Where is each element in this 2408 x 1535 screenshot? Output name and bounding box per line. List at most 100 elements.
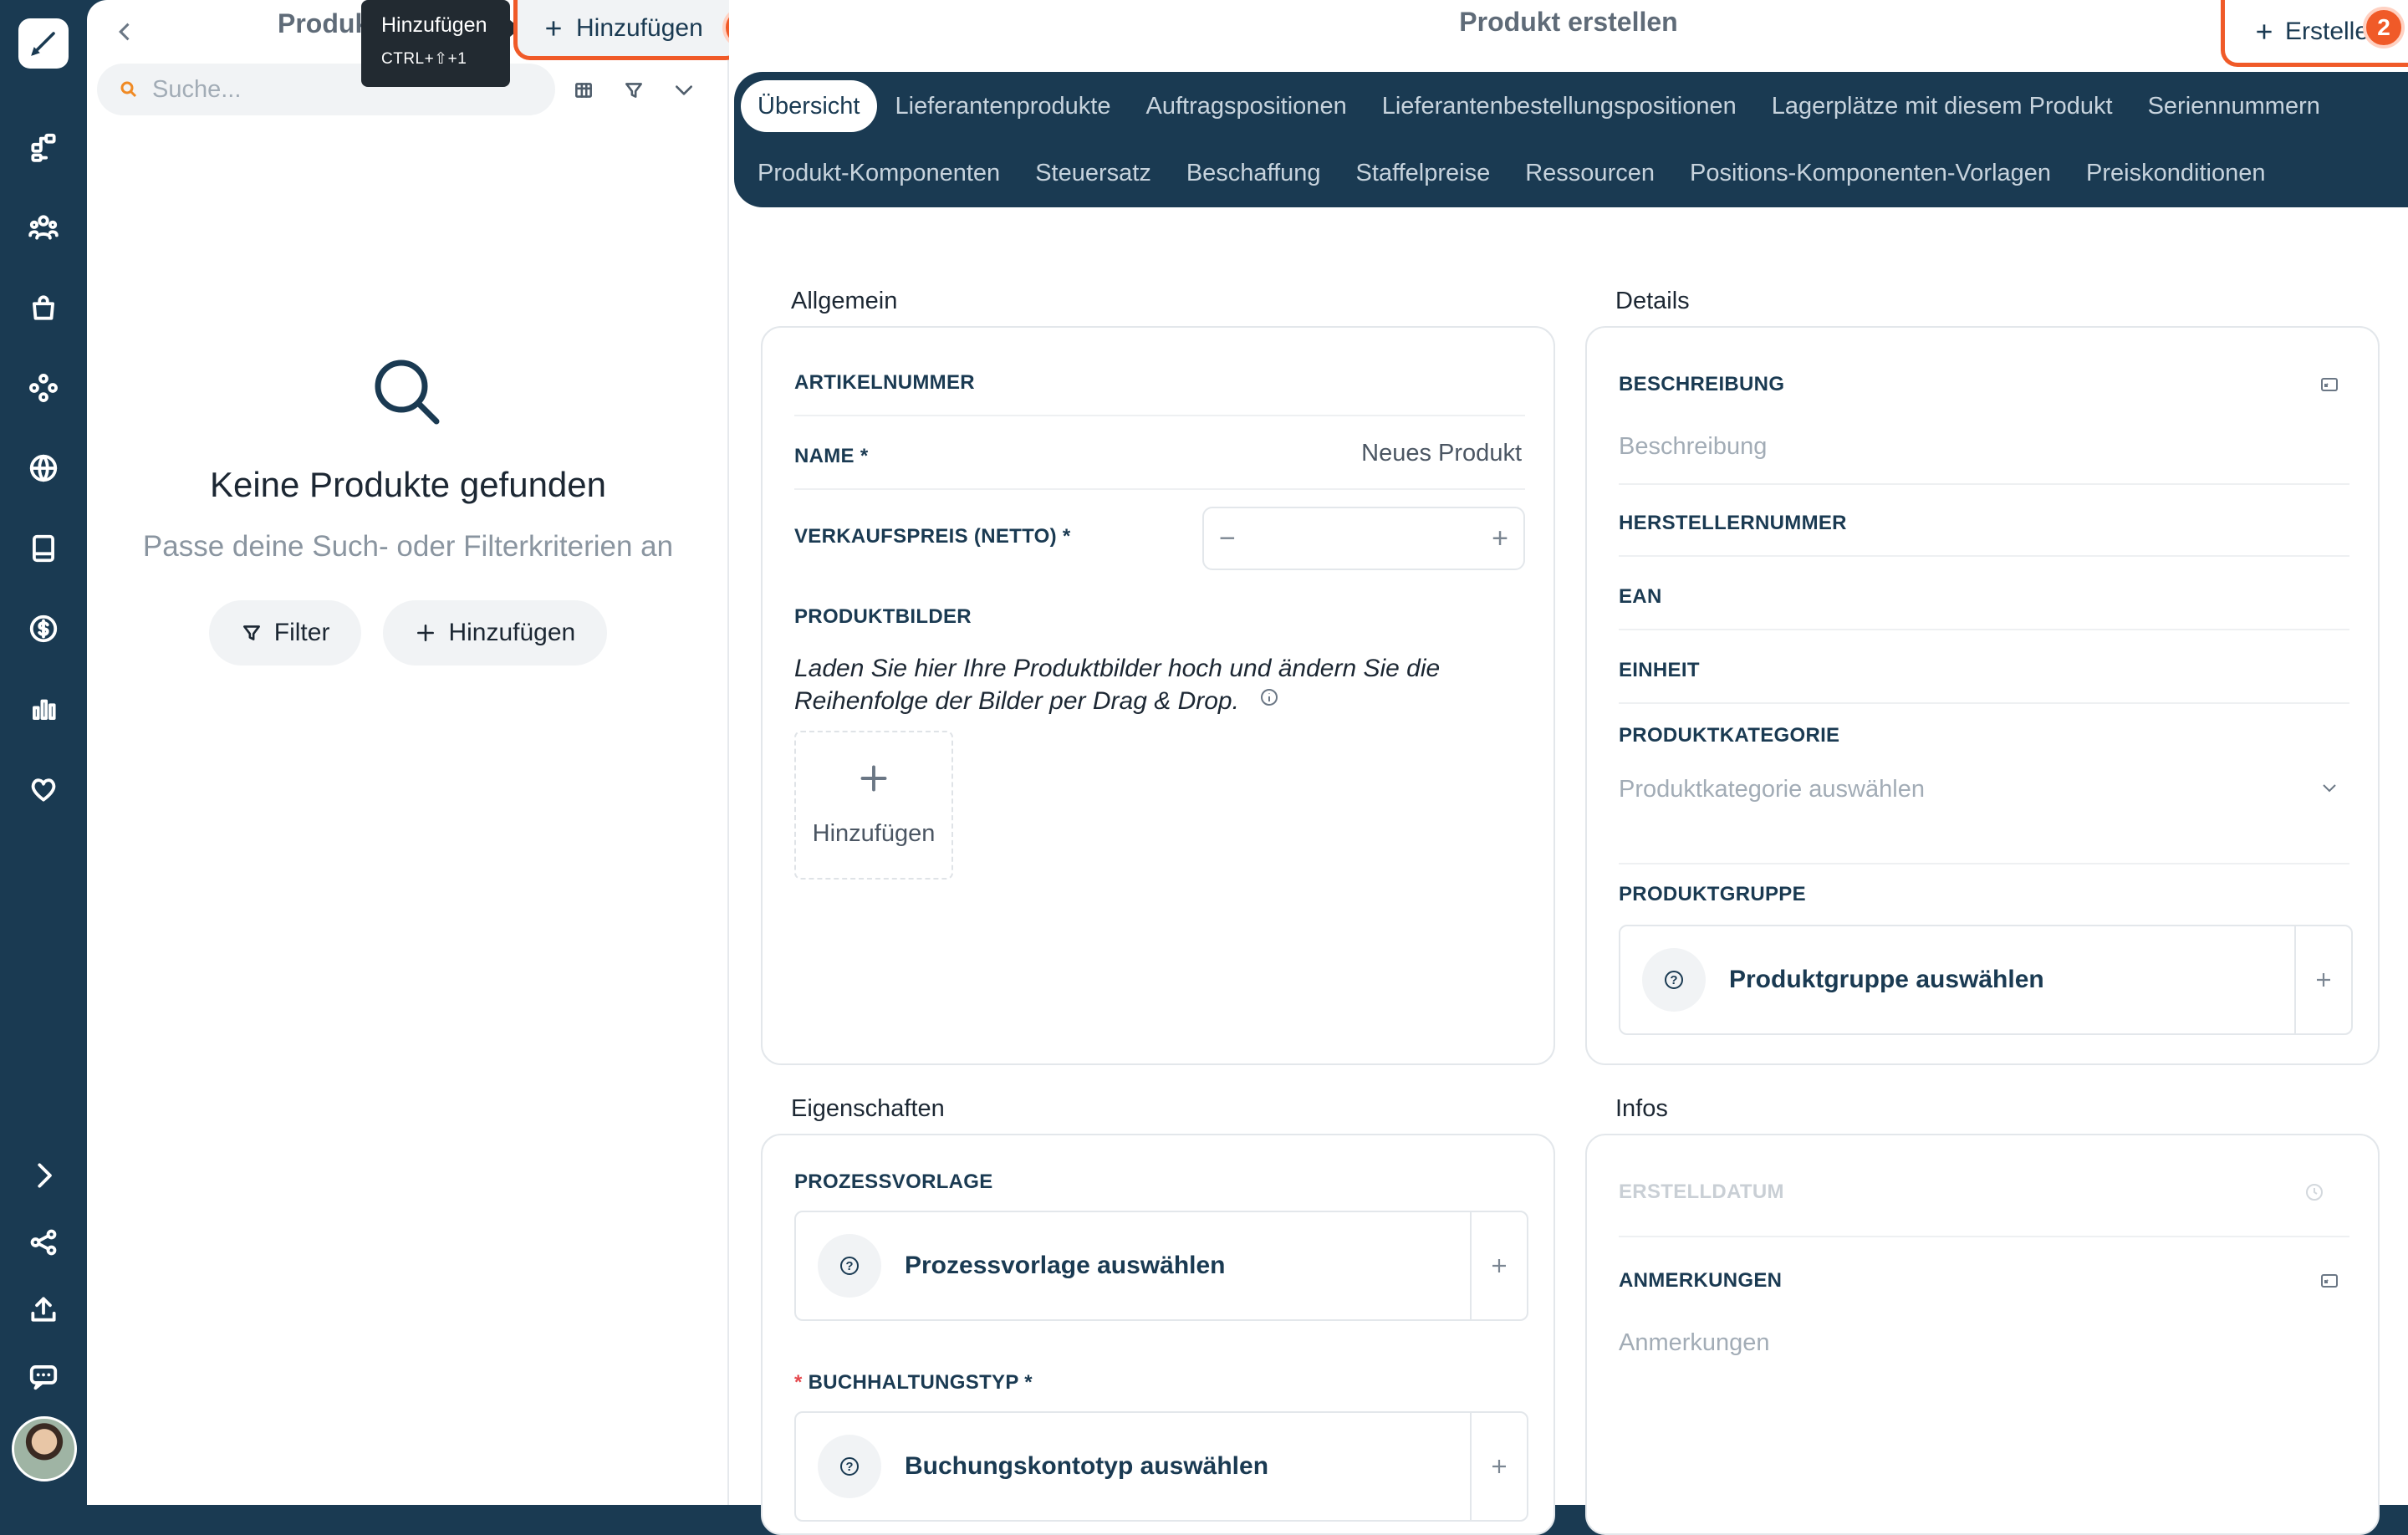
step-badge-2: 2 <box>2363 7 2405 48</box>
expand-editor-icon[interactable] <box>2319 375 2339 395</box>
tab-auftragspositionen[interactable]: Auftragspositionen <box>1129 80 1363 132</box>
section-eigenschaften: Eigenschaften <box>791 1095 945 1122</box>
einheit-label: EINHEIT <box>1619 659 1700 681</box>
name-value[interactable]: Neues Produkt <box>1361 440 1522 467</box>
tab-preiskonditionen[interactable]: Preiskonditionen <box>2069 147 2282 199</box>
bar-chart-icon[interactable] <box>22 687 65 731</box>
details-card: BESCHREIBUNG Beschreibung HERSTELLERNUMM… <box>1585 326 2380 1065</box>
produktgruppe-label: PRODUKTGRUPPE <box>1619 883 1806 905</box>
tab-ressourcen[interactable]: Ressourcen <box>1508 147 1671 199</box>
pen-logo-icon[interactable] <box>18 18 69 69</box>
produktgruppe-select[interactable]: ? Produktgruppe auswählen <box>1619 925 2353 1035</box>
share-icon[interactable] <box>22 1221 65 1264</box>
upload-label: Hinzufügen <box>812 819 936 847</box>
tab-row-2: Produkt-Komponenten Steuersatz Beschaffung… <box>741 147 2283 199</box>
heart-icon[interactable] <box>22 768 65 811</box>
expand-editor-icon[interactable] <box>2319 1271 2339 1291</box>
tooltip-title: Hinzufügen <box>381 13 487 37</box>
chevron-down-icon[interactable] <box>2319 778 2339 798</box>
produktbilder-label: PRODUKTBILDER <box>794 605 972 628</box>
divider <box>1619 629 2349 630</box>
clock-icon <box>2304 1182 2324 1202</box>
produktkategorie-select[interactable]: Produktkategorie auswählen <box>1619 776 1925 803</box>
dollar-icon[interactable] <box>22 607 65 650</box>
tab-steuersatz[interactable]: Steuersatz <box>1018 147 1168 199</box>
top-add-button[interactable]: Hinzufügen <box>513 0 742 60</box>
plus-icon <box>417 625 435 641</box>
prozessvorlage-label: PROZESSVORLAGE <box>794 1170 993 1193</box>
filter-icon[interactable] <box>615 72 652 109</box>
book-icon[interactable] <box>22 527 65 570</box>
allgemein-card: ARTIKELNUMMER NAME * Neues Produkt VERKA… <box>761 326 1555 1065</box>
herstellernummer-label: HERSTELLERNUMMER <box>1619 512 1847 534</box>
upload-icon[interactable] <box>22 1288 65 1331</box>
plus-icon <box>2317 973 2330 987</box>
price-stepper[interactable]: − + <box>1202 507 1525 570</box>
tab-übersicht[interactable]: Übersicht <box>741 80 877 132</box>
preis-label: VERKAUFSPREIS (NETTO) * <box>794 525 1071 548</box>
produktbilder-hint-2: Reihenfolge der Bilder per Drag & Drop. <box>794 687 1239 715</box>
back-button[interactable] <box>105 12 145 52</box>
empty-actions: Filter Hinzufügen <box>87 600 729 666</box>
produktgruppe-add-button[interactable] <box>2294 926 2351 1033</box>
shopping-bag-icon[interactable] <box>22 286 65 329</box>
prozessvorlage-select[interactable]: ? Prozessvorlage auswählen <box>794 1211 1528 1321</box>
divider <box>794 415 1525 416</box>
erstelldatum-label: ERSTELLDATUM <box>1619 1181 1784 1203</box>
magnifier-icon <box>366 351 450 435</box>
chat-icon[interactable] <box>22 1354 65 1398</box>
divider <box>1619 863 2349 864</box>
tab-staffelpreise[interactable]: Staffelpreise <box>1339 147 1508 199</box>
buchhaltungstyp-add-button[interactable] <box>1470 1413 1527 1520</box>
tab-lieferantenprodukte[interactable]: Lieferantenprodukte <box>879 80 1128 132</box>
beschreibung-input[interactable]: Beschreibung <box>1619 433 1767 461</box>
filter-button-label: Filter <box>273 619 330 646</box>
empty-subtitle: Passe deine Such- oder Filterkriterien a… <box>142 530 674 563</box>
prozessvorlage-select-label: Prozessvorlage auswählen <box>905 1252 1226 1279</box>
anmerkungen-label: ANMERKUNGEN <box>1619 1269 1783 1292</box>
prozessvorlage-add-button[interactable] <box>1470 1212 1527 1319</box>
top-add-label: Hinzufügen <box>576 13 703 42</box>
plus-icon <box>546 20 561 36</box>
plus-icon <box>860 765 887 791</box>
tab-produkt-komponenten[interactable]: Produkt-Komponenten <box>741 147 1017 199</box>
empty-add-button[interactable]: Hinzufügen <box>383 600 608 666</box>
tab-lieferantenbestellungspositionen[interactable]: Lieferantenbestellungspositionen <box>1365 80 1753 132</box>
empty-title: Keine Produkte gefunden <box>209 465 607 504</box>
buchhaltungstyp-select[interactable]: ? Buchungskontotyp auswählen <box>794 1411 1528 1522</box>
stepper-minus[interactable]: − <box>1219 523 1236 555</box>
produktkategorie-label: PRODUKTKATEGORIE <box>1619 724 1840 747</box>
divider <box>1619 483 2349 485</box>
modules-icon[interactable] <box>22 366 65 410</box>
help-icon: ? <box>818 1435 881 1498</box>
filter-button[interactable]: Filter <box>208 600 362 666</box>
globe-icon[interactable] <box>22 446 65 490</box>
stepper-plus[interactable]: + <box>1492 523 1508 555</box>
chevron-right-icon[interactable] <box>22 1154 65 1197</box>
search-icon <box>120 81 137 98</box>
users-icon[interactable] <box>22 206 65 249</box>
chevron-down-icon[interactable] <box>666 72 702 109</box>
tabs-bar: Übersicht Lieferantenprodukte Auftragsposi… <box>734 72 2408 207</box>
tab-beschaffung[interactable]: Beschaffung <box>1170 147 1338 199</box>
buchhaltungstyp-label-text: BUCHHALTUNGSTYP * <box>808 1371 1033 1394</box>
workflow-icon[interactable] <box>22 125 65 169</box>
beschreibung-label: BESCHREIBUNG <box>1619 373 1785 395</box>
divider <box>794 488 1525 490</box>
app-window: Produkte Keine Produkte gefunden Passe d… <box>0 0 2408 1535</box>
table-view-icon[interactable] <box>565 72 602 109</box>
infos-card: ERSTELLDATUM ANMERKUNGEN Anmerkungen <box>1585 1134 2380 1535</box>
user-avatar[interactable] <box>12 1416 77 1481</box>
image-upload-tile[interactable]: Hinzufügen <box>794 731 953 880</box>
help-icon: ? <box>818 1234 881 1298</box>
tab-lagerplätze-mit-diesem-produkt[interactable]: Lagerplätze mit diesem Produkt <box>1755 80 2130 132</box>
buchhaltungstyp-label: * BUCHHALTUNGSTYP * <box>794 1371 1033 1395</box>
divider <box>1619 1236 2349 1237</box>
empty-state: Keine Produkte gefunden Passe deine Such… <box>87 351 729 564</box>
page-title: Produkt erstellen <box>1459 7 1678 37</box>
divider <box>1619 555 2349 557</box>
info-icon[interactable] <box>1259 687 1279 707</box>
anmerkungen-input[interactable]: Anmerkungen <box>1619 1329 1770 1357</box>
tab-positions-komponenten-vorlagen[interactable]: Positions-Komponenten-Vorlagen <box>1673 147 2068 199</box>
tab-seriennummern[interactable]: Seriennummern <box>2131 80 2337 132</box>
